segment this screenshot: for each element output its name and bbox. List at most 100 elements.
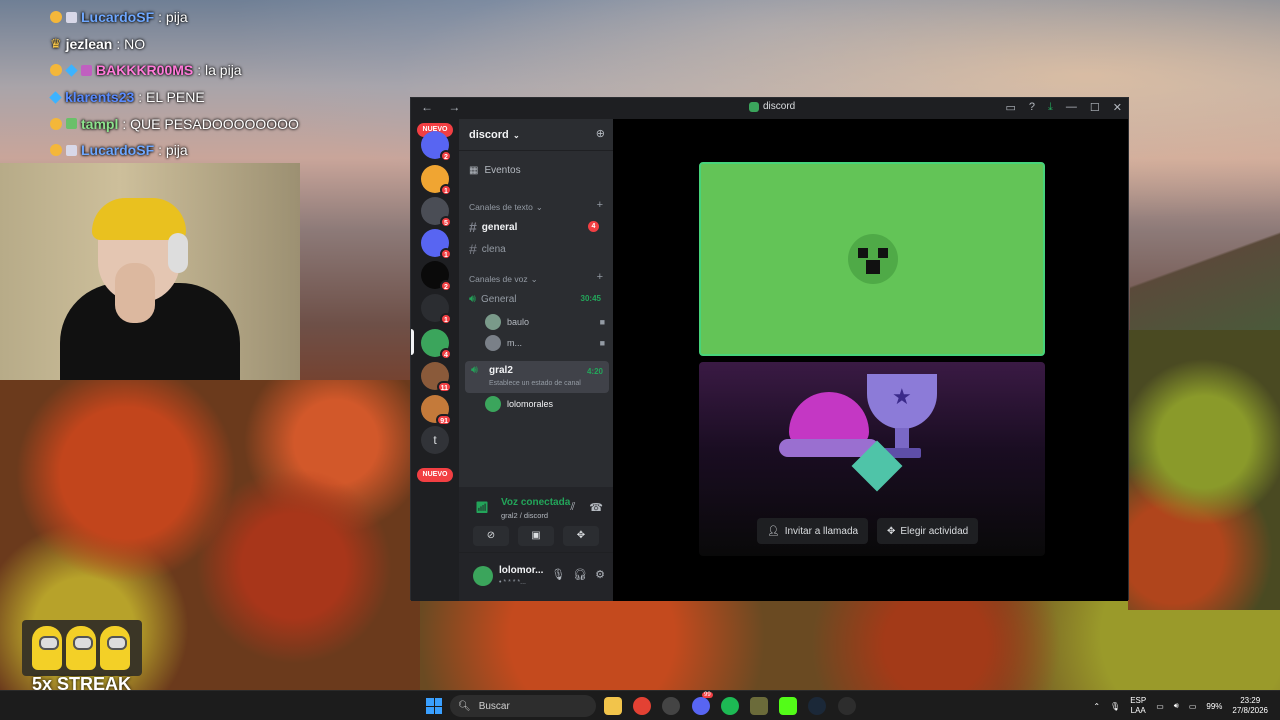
- chat-message: : pija: [158, 142, 188, 159]
- server-icon[interactable]: 1: [421, 294, 452, 325]
- user-panel: lolomor... • * * * *... 🎙︎ 🎧︎ ⚙: [459, 553, 613, 601]
- file-explorer-icon[interactable]: [604, 697, 622, 715]
- chat-username: jezlean: [65, 35, 113, 52]
- voice-status-title[interactable]: Voz conectada: [501, 497, 570, 508]
- avatar[interactable]: [473, 566, 493, 586]
- server-icon[interactable]: 1: [421, 229, 452, 260]
- microphone-icon[interactable]: 🎙︎: [1110, 702, 1120, 711]
- maximize-button[interactable]: ☐: [1090, 101, 1100, 114]
- close-button[interactable]: ✕: [1113, 101, 1122, 114]
- lang-bottom: LAA: [1130, 706, 1146, 715]
- server-icon-text[interactable]: t: [421, 426, 449, 454]
- chat-line: ♛ jezlean : NO: [50, 31, 380, 58]
- voice-status-subtitle[interactable]: gral2 / discord: [501, 511, 548, 520]
- inbox-icon[interactable]: ▭: [1006, 101, 1016, 114]
- camera-off-button[interactable]: ⊘: [473, 526, 509, 546]
- discord-window[interactable]: ← → discord ▭ ? ⤓ — ☐ ✕ NUEVO 2 1 5 1 2 …: [410, 97, 1129, 601]
- server-badge: 2: [440, 280, 452, 292]
- add-channel-icon[interactable]: +: [597, 199, 603, 211]
- channel-name: gral2: [489, 365, 513, 376]
- category-text[interactable]: Canales de texto ⌄: [469, 202, 543, 213]
- ccleaner-icon[interactable]: [838, 697, 856, 715]
- guild-name[interactable]: discord ⌄: [469, 129, 520, 141]
- network-icon[interactable]: ▭: [1156, 702, 1164, 711]
- channel-name: General: [480, 293, 517, 305]
- events-item[interactable]: ▦ Eventos: [469, 165, 521, 176]
- noise-suppression-icon[interactable]: ⫽: [570, 501, 575, 514]
- taskbar-search[interactable]: 🔍︎ Buscar: [450, 695, 596, 717]
- hash-icon: #: [469, 241, 477, 257]
- chrome-icon[interactable]: [633, 697, 651, 715]
- emote-badge-icon: [50, 117, 62, 130]
- server-icon[interactable]: 2: [421, 261, 452, 292]
- voice-connected-panel: 📶︎ Voz conectada gral2 / discord ⫽ ☎ ⊘ ▣…: [459, 487, 613, 553]
- sub-badge-icon: [81, 64, 92, 76]
- microphone-icon[interactable]: 🎙︎: [551, 568, 565, 581]
- discord-taskbar-icon[interactable]: 99: [692, 692, 713, 715]
- invite-label: Invitar a llamada: [784, 525, 859, 537]
- server-icon[interactable]: 1: [421, 165, 452, 196]
- headphones-icon[interactable]: 🎧︎: [573, 568, 587, 581]
- chat-message: : pija: [158, 9, 188, 26]
- download-icon[interactable]: ⤓: [1048, 101, 1053, 114]
- clock[interactable]: 23:29 27/8/2026: [1232, 696, 1268, 716]
- chat-line: klarents23 : EL PENE: [49, 84, 380, 111]
- webcam-headphones: [168, 233, 188, 273]
- game-app-icon[interactable]: [750, 697, 768, 715]
- server-icon[interactable]: 91: [421, 395, 452, 426]
- server-icon-active[interactable]: 4: [421, 329, 452, 360]
- chevron-up-icon[interactable]: ⌃: [1093, 702, 1100, 711]
- calendar-icon: ▦: [469, 165, 479, 176]
- language-indicator[interactable]: ESP LAA: [1130, 696, 1146, 716]
- sub-badge-icon: [66, 11, 77, 23]
- server-icon[interactable]: 11: [421, 362, 452, 393]
- channel-general[interactable]: # general 4: [465, 217, 607, 237]
- chat-line: tampl : QUE PESADOOOOOOOO: [50, 110, 380, 137]
- kick-icon[interactable]: [779, 697, 797, 715]
- channel-sidebar: discord ⌄ ⊕ ▦ Eventos Canales de texto ⌄ …: [459, 119, 613, 601]
- obs-icon[interactable]: [662, 697, 680, 715]
- participant-tile[interactable]: [699, 162, 1045, 356]
- voice-user[interactable]: m...: [485, 334, 522, 352]
- battery-icon[interactable]: ▭: [1189, 702, 1197, 711]
- share-screen-button[interactable]: ▣: [518, 526, 554, 546]
- windows-start-icon[interactable]: [426, 698, 442, 714]
- disconnect-icon[interactable]: ☎: [589, 501, 603, 514]
- category-label: Canales de texto: [469, 202, 533, 212]
- category-voice[interactable]: Canales de voz ⌄: [469, 274, 538, 285]
- invite-people-icon[interactable]: ⊕: [596, 127, 605, 140]
- channel-status[interactable]: Establece un estado de canal: [489, 380, 581, 387]
- nav-arrows[interactable]: ← →: [421, 100, 466, 114]
- signal-icon[interactable]: 📶︎: [475, 501, 489, 514]
- voice-timer: 4:20: [586, 367, 603, 376]
- voice-channel-gral2[interactable]: 🔊︎ gral2 4:20 Establece un estado de can…: [465, 361, 609, 393]
- windows-taskbar: 🔍︎ Buscar 99 ⌃ 🎙︎ ESP LAA ▭ 🔊︎ ▭ 99% 23:…: [0, 690, 1280, 720]
- minimize-button[interactable]: —: [1066, 101, 1077, 114]
- username[interactable]: lolomor...: [499, 565, 543, 576]
- emote-badge-icon: [50, 64, 62, 77]
- add-channel-icon[interactable]: +: [597, 271, 603, 283]
- invite-to-call-button[interactable]: 👤︎ Invitar a llamada: [757, 518, 869, 544]
- voice-timer: 30:45: [580, 294, 601, 303]
- chat-message: : EL PENE: [138, 89, 205, 106]
- gear-icon[interactable]: ⚙: [595, 568, 605, 581]
- spotify-icon[interactable]: [721, 697, 739, 715]
- steam-icon[interactable]: [808, 697, 826, 715]
- channel-clena[interactable]: # clena: [465, 239, 607, 259]
- window-titlebar[interactable]: ← → discord ▭ ? ⤓ — ☐ ✕: [411, 98, 1128, 119]
- activities-button[interactable]: ✥: [563, 526, 599, 546]
- voice-user[interactable]: lolomorales: [485, 395, 553, 413]
- help-icon[interactable]: ?: [1029, 101, 1035, 114]
- voice-stage: ★ 👤︎ Invitar a llamada ✥ Elegir activida…: [613, 119, 1128, 601]
- voice-channel-general[interactable]: 🔊︎ General 30:45: [465, 289, 607, 309]
- server-icon[interactable]: 2: [421, 131, 452, 162]
- guild-header[interactable]: discord ⌄ ⊕: [459, 119, 613, 151]
- choose-activity-button[interactable]: ✥ Elegir actividad: [877, 518, 979, 544]
- volume-icon[interactable]: 🔊︎: [1174, 701, 1179, 711]
- speaker-icon: 🔊︎: [471, 364, 478, 376]
- chevron-down-icon: ⌄: [510, 131, 520, 140]
- cube-badge-icon: [49, 90, 62, 104]
- server-folder-icon[interactable]: 5: [421, 197, 452, 228]
- chat-line: LucardoSF : pija: [50, 137, 380, 164]
- voice-user[interactable]: baulo: [485, 313, 529, 331]
